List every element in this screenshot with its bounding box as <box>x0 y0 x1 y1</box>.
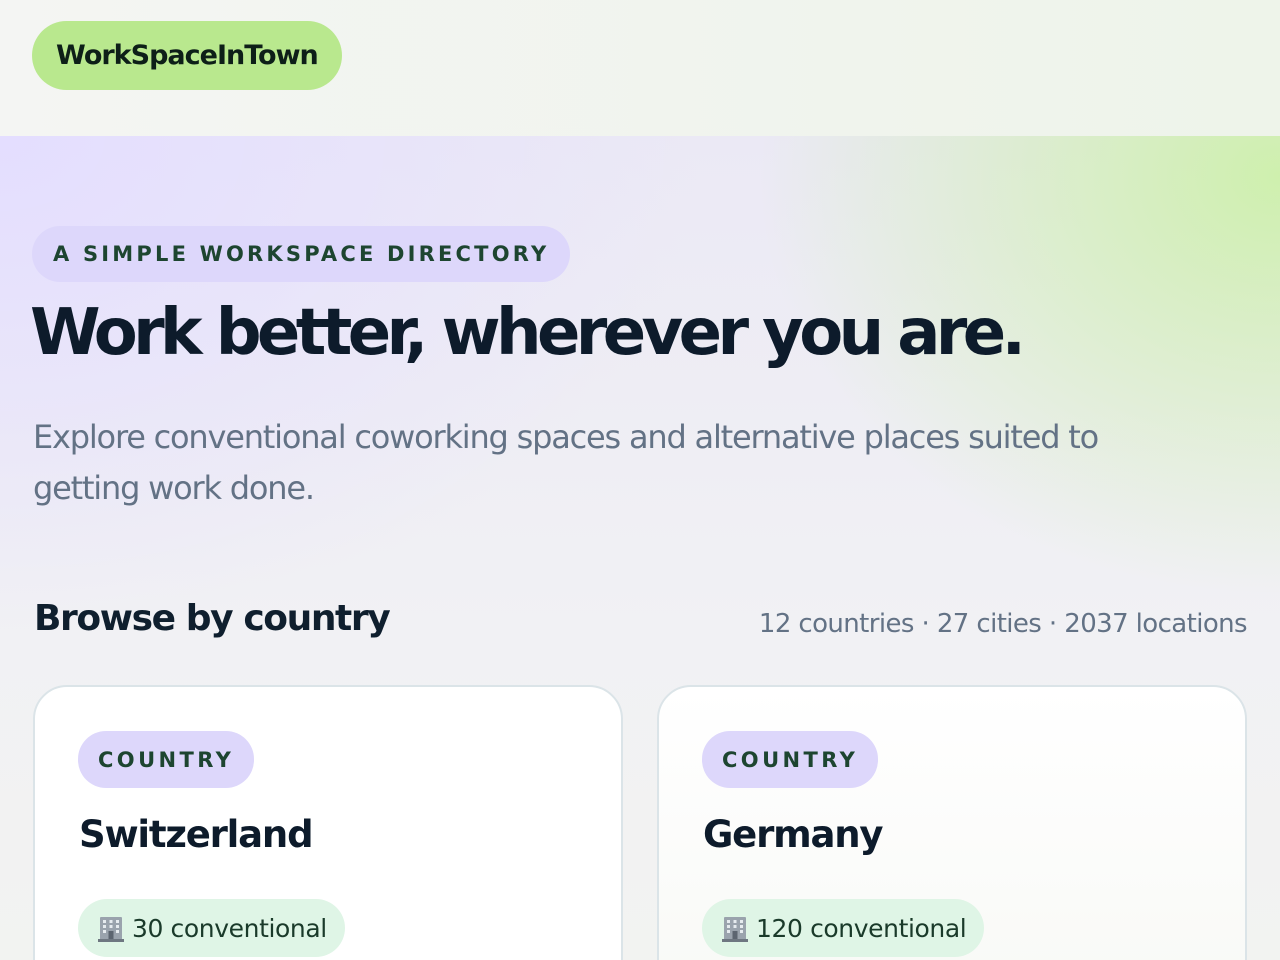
browse-stats: 12 countries · 27 cities · 2037 location… <box>758 609 1248 639</box>
country-tag: COUNTRY <box>78 731 255 788</box>
page-title: Work better, wherever you are. <box>30 296 1026 370</box>
country-name: Germany <box>703 813 883 856</box>
eyebrow-badge: A SIMPLE WORKSPACE DIRECTORY <box>32 226 571 282</box>
conventional-count-chip: 30 conventional <box>78 899 345 957</box>
brand-logo-link[interactable]: WorkSpaceInTown <box>32 21 342 90</box>
building-icon <box>98 914 124 942</box>
page-subtitle: Explore conventional coworking spaces an… <box>33 418 1099 507</box>
browse-section-title: Browse by country <box>34 598 391 639</box>
country-card-germany[interactable]: COUNTRY Germany 120 conventional <box>657 685 1247 960</box>
building-icon <box>722 914 748 942</box>
country-card-switzerland[interactable]: COUNTRY Switzerland 30 conventional <box>33 685 623 960</box>
country-tag: COUNTRY <box>702 731 879 788</box>
conventional-count-chip: 120 conventional <box>702 899 985 957</box>
country-name: Switzerland <box>79 813 314 856</box>
top-bar: WorkSpaceInTown <box>0 0 1280 136</box>
conventional-count-label: 30 conventional <box>132 913 327 943</box>
conventional-count-label: 120 conventional <box>756 913 967 943</box>
hero-section: A SIMPLE WORKSPACE DIRECTORY Work better… <box>0 136 1280 960</box>
